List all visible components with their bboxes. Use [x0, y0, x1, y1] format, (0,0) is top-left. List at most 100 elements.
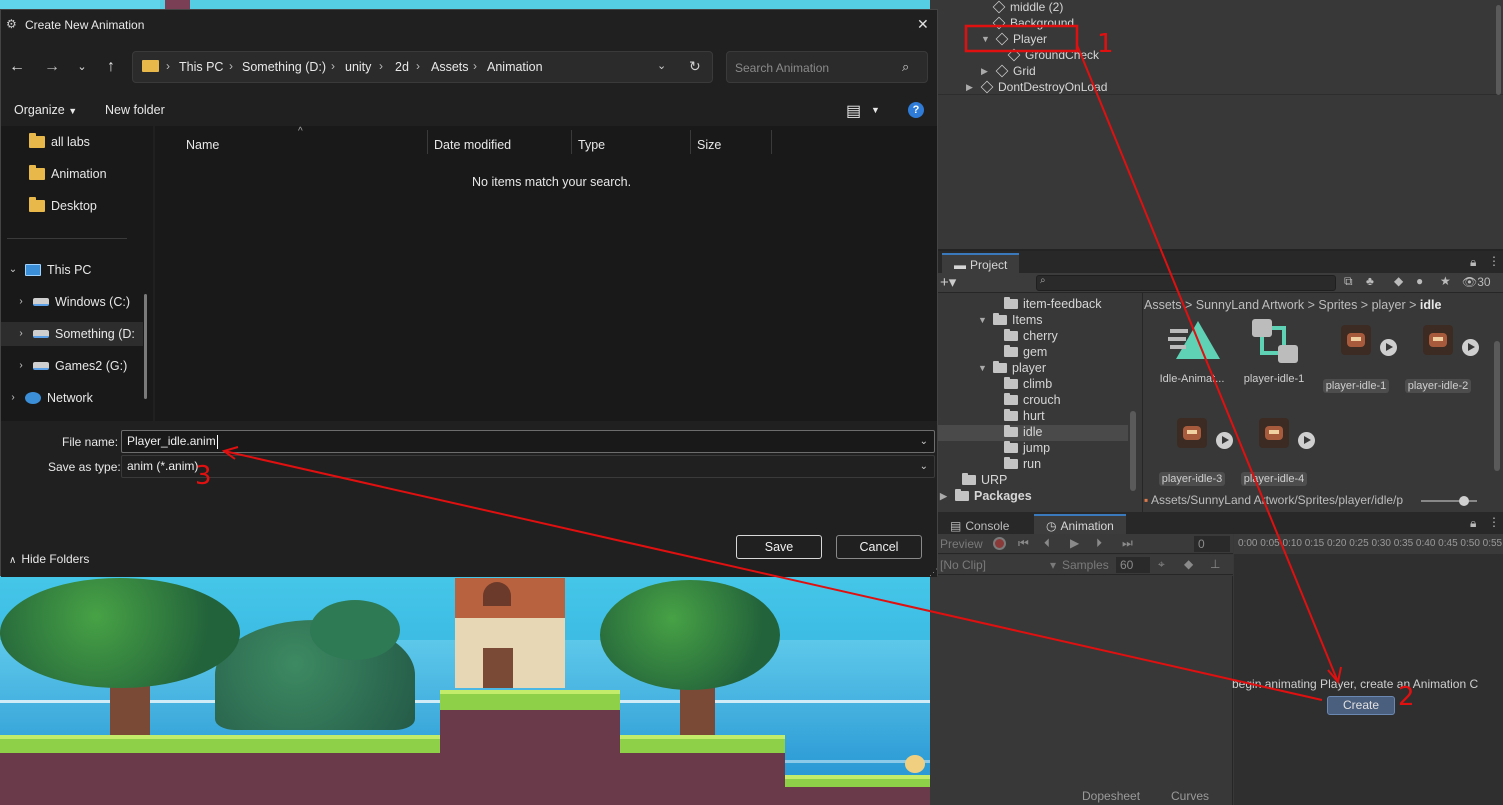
- back-arrow-icon[interactable]: ←: [6, 56, 28, 78]
- add-keyframe-icon[interactable]: ◆: [1184, 557, 1193, 571]
- hierarchy-item-player[interactable]: ▼ Player: [981, 31, 1047, 47]
- play-icon[interactable]: [1380, 339, 1397, 356]
- lock-icon[interactable]: 🔒︎: [1470, 516, 1476, 531]
- expand-triangle-icon[interactable]: ▼: [978, 360, 988, 376]
- organize-button[interactable]: Organize ▼: [14, 103, 77, 117]
- nav-item-network[interactable]: › Network: [7, 386, 93, 410]
- nav-item-animation[interactable]: Animation: [29, 162, 107, 186]
- keyframe-icon[interactable]: ⌖: [1158, 557, 1165, 572]
- column-separator[interactable]: [427, 130, 428, 154]
- hierarchy-item[interactable]: GroundCheck: [1007, 47, 1099, 63]
- nav-item-this-pc[interactable]: ⌄ This PC: [7, 258, 92, 282]
- play-icon[interactable]: [1216, 432, 1233, 449]
- address-crumb[interactable]: Something (D:): [242, 60, 326, 74]
- column-date-modified[interactable]: Date modified: [434, 138, 511, 152]
- last-key-icon[interactable]: ⏭: [1122, 536, 1133, 551]
- record-icon[interactable]: [993, 537, 1006, 550]
- create-animation-button[interactable]: Create: [1327, 696, 1395, 715]
- chevron-down-icon[interactable]: ⌄: [920, 431, 928, 452]
- nav-scrollbar[interactable]: [144, 294, 147, 399]
- nav-item-games2-g[interactable]: › Games2 (G:): [15, 354, 127, 378]
- column-separator[interactable]: [690, 130, 691, 154]
- address-crumb[interactable]: Animation: [487, 60, 543, 74]
- folder-item[interactable]: ▼ player: [978, 360, 1046, 376]
- play-icon[interactable]: ▶: [1070, 536, 1079, 550]
- folder-item-idle[interactable]: idle: [1004, 424, 1042, 440]
- folder-item[interactable]: cherry: [1004, 328, 1058, 344]
- column-separator[interactable]: [771, 130, 772, 154]
- warning-filter-icon[interactable]: ●: [1416, 274, 1423, 288]
- expand-triangle-icon[interactable]: ▼: [981, 31, 991, 47]
- hierarchy-scrollbar[interactable]: [1496, 5, 1501, 95]
- breadcrumb-item-current[interactable]: idle: [1420, 298, 1442, 312]
- search-box[interactable]: Search Animation ⌕: [726, 51, 928, 83]
- label-filter-icon[interactable]: ◆: [1394, 274, 1403, 288]
- chevron-right-icon[interactable]: ›: [7, 386, 19, 410]
- column-size[interactable]: Size: [697, 138, 721, 152]
- asset-sprite[interactable]: player-idle-4: [1234, 412, 1315, 489]
- asset-sprite[interactable]: player-idle-2: [1398, 319, 1479, 396]
- column-name[interactable]: Name: [186, 138, 219, 152]
- up-arrow-icon[interactable]: ↑: [100, 56, 122, 78]
- tab-animation[interactable]: ◷ Animation: [1034, 514, 1126, 534]
- new-folder-button[interactable]: New folder: [105, 103, 165, 117]
- resize-grip-icon[interactable]: ⋰: [929, 567, 938, 578]
- asset-sprite[interactable]: player-idle-1: [1316, 319, 1397, 396]
- folder-item[interactable]: run: [1004, 456, 1041, 472]
- tree-scrollbar[interactable]: [1130, 411, 1136, 491]
- recent-locations-icon[interactable]: ⌄: [71, 56, 93, 78]
- nav-item-all-labs[interactable]: all labs: [29, 130, 90, 154]
- favorite-icon[interactable]: ★: [1440, 274, 1451, 288]
- address-crumb[interactable]: unity: [345, 60, 371, 74]
- add-icon[interactable]: +▾: [940, 273, 956, 291]
- chevron-down-icon[interactable]: ⌄: [657, 59, 666, 72]
- refresh-icon[interactable]: ↻: [689, 58, 701, 75]
- add-event-icon[interactable]: ⊥: [1210, 557, 1220, 571]
- hierarchy-item[interactable]: ▶ Grid: [981, 63, 1036, 79]
- folder-item[interactable]: ▼ Items: [978, 312, 1043, 328]
- folder-item[interactable]: jump: [1004, 440, 1050, 456]
- breadcrumb-item[interactable]: player: [1372, 298, 1406, 312]
- chevron-down-icon[interactable]: ⌄: [7, 258, 19, 282]
- chevron-right-icon[interactable]: ›: [15, 354, 27, 378]
- close-button[interactable]: ✕: [917, 16, 929, 33]
- address-bar[interactable]: › This PC › Something (D:) › unity › 2d …: [132, 51, 713, 83]
- cancel-button[interactable]: Cancel: [836, 535, 922, 559]
- folder-item[interactable]: URP: [962, 472, 1007, 488]
- column-type[interactable]: Type: [578, 138, 605, 152]
- nav-item-windows-c[interactable]: › Windows (C:): [15, 290, 130, 314]
- clip-dropdown[interactable]: [No Clip] ▾: [940, 558, 1056, 572]
- expand-triangle-icon[interactable]: ▶: [966, 79, 976, 95]
- play-icon[interactable]: [1298, 432, 1315, 449]
- nav-item-something-d[interactable]: › Something (D:: [1, 322, 143, 346]
- assets-scrollbar[interactable]: [1494, 341, 1500, 471]
- column-separator[interactable]: [571, 130, 572, 154]
- hierarchy-item[interactable]: Background: [992, 15, 1074, 31]
- timeline-ruler[interactable]: 0:00 0:05 0:10 0:15 0:20 0:25 0:30 0:35 …: [1234, 534, 1503, 554]
- expand-triangle-icon[interactable]: ▼: [978, 312, 988, 328]
- lock-icon[interactable]: 🔒︎: [1470, 255, 1476, 270]
- kebab-menu-icon[interactable]: ⋮: [1488, 254, 1500, 268]
- tab-console[interactable]: ▤ Console: [938, 514, 1022, 534]
- save-type-select[interactable]: anim (*.anim) ⌄: [121, 455, 935, 478]
- chevron-right-icon[interactable]: ›: [15, 290, 27, 314]
- view-options-icon[interactable]: ▤: [846, 101, 861, 121]
- address-crumb[interactable]: This PC: [179, 60, 223, 74]
- tab-dopesheet[interactable]: Dopesheet: [1082, 787, 1140, 805]
- forward-arrow-icon[interactable]: →: [41, 56, 63, 78]
- expand-triangle-icon[interactable]: ▶: [940, 488, 950, 504]
- hierarchy-item[interactable]: ▶ DontDestroyOnLoad: [966, 79, 1107, 95]
- kebab-menu-icon[interactable]: ⋮: [1488, 515, 1500, 529]
- frame-field[interactable]: 0: [1194, 536, 1230, 552]
- chevron-down-icon[interactable]: ▼: [871, 105, 880, 115]
- tab-curves[interactable]: Curves: [1171, 787, 1209, 805]
- hide-folders-toggle[interactable]: ∧ Hide Folders: [9, 552, 89, 566]
- folder-item[interactable]: item-feedback: [1004, 296, 1102, 312]
- asset-controller[interactable]: player-idle-1: [1234, 319, 1314, 385]
- first-key-icon[interactable]: ⏮: [1018, 536, 1029, 551]
- address-crumb[interactable]: 2d: [395, 60, 409, 74]
- preview-toggle[interactable]: Preview: [940, 537, 983, 551]
- folder-item[interactable]: crouch: [1004, 392, 1061, 408]
- save-button[interactable]: Save: [736, 535, 822, 559]
- folder-item[interactable]: gem: [1004, 344, 1047, 360]
